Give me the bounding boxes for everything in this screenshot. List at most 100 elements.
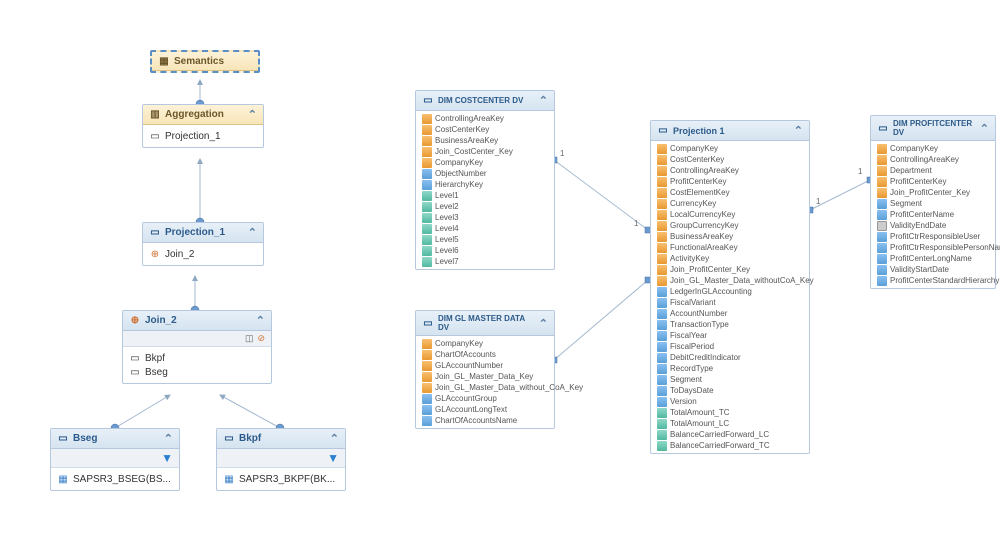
field-row[interactable]: ChartOfAccounts [420, 349, 550, 360]
field-label: Level2 [435, 202, 459, 211]
node-bkpf[interactable]: ▭ Bkpf ⌃ ▼ ▦SAPSR3_BKPF(BK... [216, 428, 346, 491]
field-row[interactable]: HierarchyKey [420, 179, 550, 190]
collapse-icon[interactable]: ⌃ [330, 432, 339, 445]
field-row[interactable]: CompanyKey [655, 143, 805, 154]
field-row[interactable]: Level7 [420, 256, 550, 267]
db-table-icon: ▦ [223, 473, 235, 485]
entity-dim-profitcenter[interactable]: ▭ DIM PROFITCENTER DV ⌃ CompanyKeyContro… [870, 115, 996, 289]
field-row[interactable]: ProfitCenterLongName [875, 253, 991, 264]
field-row[interactable]: CompanyKey [875, 143, 991, 154]
field-row[interactable]: ProfitCenterKey [875, 176, 991, 187]
collapse-icon[interactable]: ⌃ [164, 432, 173, 445]
field-row[interactable]: Join_GL_Master_Data_without_CoA_Key [420, 382, 550, 393]
field-row[interactable]: BusinessAreaKey [655, 231, 805, 242]
field-row[interactable]: CompanyKey [420, 338, 550, 349]
field-type-icon [422, 224, 432, 234]
field-type-icon [657, 199, 667, 209]
field-row[interactable]: RecordType [655, 363, 805, 374]
field-row[interactable]: TotalAmount_LC [655, 418, 805, 429]
field-row[interactable]: ProfitCenterStandardHierarchy [875, 275, 991, 286]
field-row[interactable]: BusinessAreaKey [420, 135, 550, 146]
field-row[interactable]: Level3 [420, 212, 550, 223]
field-row[interactable]: AccountNumber [655, 308, 805, 319]
node-bseg[interactable]: ▭ Bseg ⌃ ▼ ▦SAPSR3_BSEG(BS... [50, 428, 180, 491]
collapse-icon[interactable]: ⌃ [248, 108, 257, 121]
field-row[interactable]: ProfitCtrResponsiblePersonName [875, 242, 991, 253]
filter-icon[interactable]: ▼ [161, 451, 173, 465]
field-row[interactable]: CompanyKey [420, 157, 550, 168]
field-row[interactable]: TotalAmount_TC [655, 407, 805, 418]
field-row[interactable]: Segment [655, 374, 805, 385]
field-type-icon [657, 353, 667, 363]
field-row[interactable]: FiscalYear [655, 330, 805, 341]
field-row[interactable]: Join_CostCenter_Key [420, 146, 550, 157]
node-join-2[interactable]: ⊕ Join_2 ⌃ ◫⊘ ▭Bkpf ▭Bseg [122, 310, 272, 384]
field-row[interactable]: Department [875, 165, 991, 176]
filter-icon[interactable]: ▼ [327, 451, 339, 465]
node-child: Projection_1 [165, 131, 221, 142]
field-row[interactable]: ActivityKey [655, 253, 805, 264]
field-type-icon [657, 386, 667, 396]
field-row[interactable]: ControllingAreaKey [420, 113, 550, 124]
entity-dim-costcenter[interactable]: ▭ DIM COSTCENTER DV ⌃ ControllingAreaKey… [415, 90, 555, 270]
field-row[interactable]: Join_GL_Master_Data_Key [420, 371, 550, 382]
field-row[interactable]: FiscalPeriod [655, 341, 805, 352]
field-row[interactable]: GLAccountNumber [420, 360, 550, 371]
collapse-icon[interactable]: ⌃ [256, 314, 265, 327]
entity-projection-1[interactable]: ▭ Projection 1 ⌃ CompanyKeyCostCenterKey… [650, 120, 810, 454]
field-row[interactable]: ControllingAreaKey [655, 165, 805, 176]
field-row[interactable]: CostCenterKey [655, 154, 805, 165]
field-row[interactable]: Level2 [420, 201, 550, 212]
field-row[interactable]: ValidityStartDate [875, 264, 991, 275]
field-row[interactable]: Segment [875, 198, 991, 209]
field-type-icon [657, 287, 667, 297]
field-row[interactable]: GLAccountGroup [420, 393, 550, 404]
field-row[interactable]: LocalCurrencyKey [655, 209, 805, 220]
field-row[interactable]: ProfitCenterName [875, 209, 991, 220]
field-row[interactable]: ValidityEndDate [875, 220, 991, 231]
field-row[interactable]: CostElementKey [655, 187, 805, 198]
field-row[interactable]: ProfitCenterKey [655, 176, 805, 187]
field-type-icon [657, 265, 667, 275]
collapse-icon[interactable]: ⌃ [248, 226, 257, 239]
projection-icon: ▭ [149, 227, 161, 239]
field-row[interactable]: CurrencyKey [655, 198, 805, 209]
node-projection-1[interactable]: ▭ Projection_1 ⌃ ⊕Join_2 [142, 222, 264, 266]
field-row[interactable]: Level5 [420, 234, 550, 245]
field-row[interactable]: Join_ProfitCenter_Key [875, 187, 991, 198]
field-row[interactable]: Version [655, 396, 805, 407]
field-row[interactable]: TransactionType [655, 319, 805, 330]
node-semantics[interactable]: ▦ Semantics [150, 50, 260, 73]
field-row[interactable]: LedgerInGLAccounting [655, 286, 805, 297]
field-row[interactable]: Level6 [420, 245, 550, 256]
aggregation-icon: ▥ [149, 109, 161, 121]
entity-icon: ▭ [657, 125, 669, 137]
field-row[interactable]: FunctionalAreaKey [655, 242, 805, 253]
collapse-icon[interactable]: ⌃ [980, 122, 989, 135]
field-type-icon [877, 144, 887, 154]
field-row[interactable]: CostCenterKey [420, 124, 550, 135]
field-row[interactable]: Level1 [420, 190, 550, 201]
collapse-icon[interactable]: ⌃ [539, 94, 548, 107]
field-row[interactable]: ControllingAreaKey [875, 154, 991, 165]
field-row[interactable]: GroupCurrencyKey [655, 220, 805, 231]
field-row[interactable]: GLAccountLongText [420, 404, 550, 415]
collapse-icon[interactable]: ⌃ [539, 317, 548, 330]
field-row[interactable]: Level4 [420, 223, 550, 234]
field-row[interactable]: FiscalVariant [655, 297, 805, 308]
field-row[interactable]: ChartOfAccountsName [420, 415, 550, 426]
field-label: RecordType [670, 364, 713, 373]
node-aggregation[interactable]: ▥ Aggregation ⌃ ▭Projection_1 [142, 104, 264, 148]
collapse-icon[interactable]: ⌃ [794, 124, 803, 137]
field-row[interactable]: Join_ProfitCenter_Key [655, 264, 805, 275]
field-type-icon [657, 342, 667, 352]
field-row[interactable]: BalanceCarriedForward_LC [655, 429, 805, 440]
field-row[interactable]: Join_GL_Master_Data_withoutCoA_Key [655, 275, 805, 286]
entity-dim-gl-master[interactable]: ▭ DIM GL MASTER DATA DV ⌃ CompanyKeyChar… [415, 310, 555, 429]
field-row[interactable]: BalanceCarriedForward_TC [655, 440, 805, 451]
field-row[interactable]: DebitCreditIndicator [655, 352, 805, 363]
field-row[interactable]: ObjectNumber [420, 168, 550, 179]
field-type-icon [422, 180, 432, 190]
field-row[interactable]: ToDaysDate [655, 385, 805, 396]
field-row[interactable]: ProfitCtrResponsibleUser [875, 231, 991, 242]
